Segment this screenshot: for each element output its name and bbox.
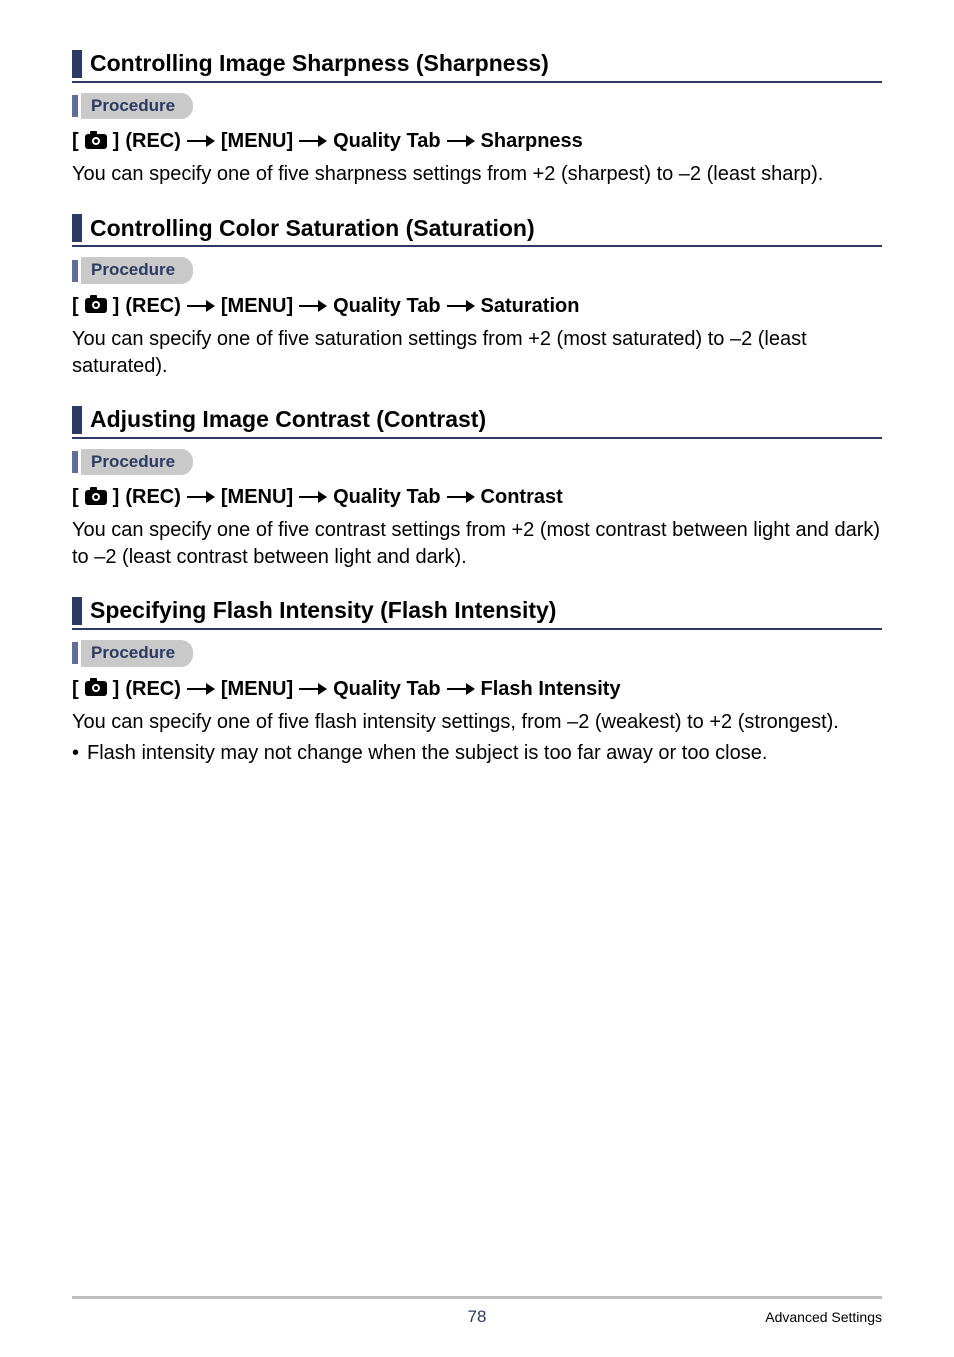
arrow-icon <box>187 134 215 148</box>
section-heading-title: Controlling Image Sharpness (Sharpness) <box>90 50 549 78</box>
path-target: Flash Intensity <box>481 675 621 703</box>
heading-bar-icon <box>72 214 82 242</box>
procedure-label: Procedure <box>72 257 882 283</box>
bullet-item: • Flash intensity may not change when th… <box>72 740 882 767</box>
section-body: You can specify one of five flash intens… <box>72 709 882 736</box>
camera-icon <box>85 298 107 313</box>
close-bracket: ] <box>113 292 120 320</box>
path-tab: Quality Tab <box>333 127 440 155</box>
camera-icon <box>85 490 107 505</box>
path-menu: [MENU] <box>221 292 293 320</box>
section-body: You can specify one of five saturation s… <box>72 326 882 380</box>
section-heading: Adjusting Image Contrast (Contrast) <box>72 406 882 439</box>
path-target: Saturation <box>481 292 580 320</box>
open-bracket: [ <box>72 127 79 155</box>
path-target: Contrast <box>481 483 563 511</box>
close-bracket: ] <box>113 483 120 511</box>
arrow-icon <box>299 299 327 313</box>
footer-chapter-label: Advanced Settings <box>765 1309 882 1325</box>
section-heading-title: Controlling Color Saturation (Saturation… <box>90 215 535 243</box>
open-bracket: [ <box>72 483 79 511</box>
procedure-label: Procedure <box>72 93 882 119</box>
open-bracket: [ <box>72 675 79 703</box>
arrow-icon <box>187 299 215 313</box>
path-menu: [MENU] <box>221 675 293 703</box>
heading-bar-icon <box>72 406 82 434</box>
close-bracket: ] <box>113 127 120 155</box>
arrow-icon <box>447 134 475 148</box>
procedure-tick-icon <box>72 642 78 664</box>
bullet-dot-icon: • <box>72 740 79 767</box>
arrow-icon <box>447 299 475 313</box>
procedure-pill: Procedure <box>81 93 193 119</box>
section-heading: Specifying Flash Intensity (Flash Intens… <box>72 597 882 630</box>
camera-icon <box>85 681 107 696</box>
camera-icon <box>85 134 107 149</box>
procedure-label: Procedure <box>72 449 882 475</box>
path-menu: [MENU] <box>221 127 293 155</box>
procedure-pill: Procedure <box>81 640 193 666</box>
procedure-pill: Procedure <box>81 449 193 475</box>
arrow-icon <box>299 490 327 504</box>
arrow-icon <box>299 134 327 148</box>
path-rec: (REC) <box>125 483 181 511</box>
footer-divider <box>72 1296 882 1299</box>
path-target: Sharpness <box>481 127 583 155</box>
arrow-icon <box>187 490 215 504</box>
section-heading: Controlling Color Saturation (Saturation… <box>72 214 882 247</box>
section-heading-title: Specifying Flash Intensity (Flash Intens… <box>90 597 556 625</box>
section-body: You can specify one of five contrast set… <box>72 517 882 571</box>
arrow-icon <box>447 490 475 504</box>
section-heading-title: Adjusting Image Contrast (Contrast) <box>90 406 486 434</box>
close-bracket: ] <box>113 675 120 703</box>
procedure-path: [ ] (REC) [MENU] Quality Tab Saturation <box>72 292 882 320</box>
procedure-tick-icon <box>72 95 78 117</box>
procedure-path: [ ] (REC) [MENU] Quality Tab Sharpness <box>72 127 882 155</box>
path-tab: Quality Tab <box>333 483 440 511</box>
arrow-icon <box>447 682 475 696</box>
procedure-tick-icon <box>72 260 78 282</box>
heading-bar-icon <box>72 597 82 625</box>
path-rec: (REC) <box>125 675 181 703</box>
arrow-icon <box>187 682 215 696</box>
path-rec: (REC) <box>125 127 181 155</box>
page: Controlling Image Sharpness (Sharpness) … <box>0 0 954 1357</box>
heading-bar-icon <box>72 50 82 78</box>
arrow-icon <box>299 682 327 696</box>
open-bracket: [ <box>72 292 79 320</box>
path-rec: (REC) <box>125 292 181 320</box>
procedure-label: Procedure <box>72 640 882 666</box>
procedure-path: [ ] (REC) [MENU] Quality Tab Flash Inten… <box>72 675 882 703</box>
path-menu: [MENU] <box>221 483 293 511</box>
procedure-tick-icon <box>72 451 78 473</box>
path-tab: Quality Tab <box>333 292 440 320</box>
procedure-pill: Procedure <box>81 257 193 283</box>
section-body: You can specify one of five sharpness se… <box>72 161 882 188</box>
path-tab: Quality Tab <box>333 675 440 703</box>
section-heading: Controlling Image Sharpness (Sharpness) <box>72 50 882 83</box>
procedure-path: [ ] (REC) [MENU] Quality Tab Contrast <box>72 483 882 511</box>
bullet-text: Flash intensity may not change when the … <box>87 740 767 767</box>
